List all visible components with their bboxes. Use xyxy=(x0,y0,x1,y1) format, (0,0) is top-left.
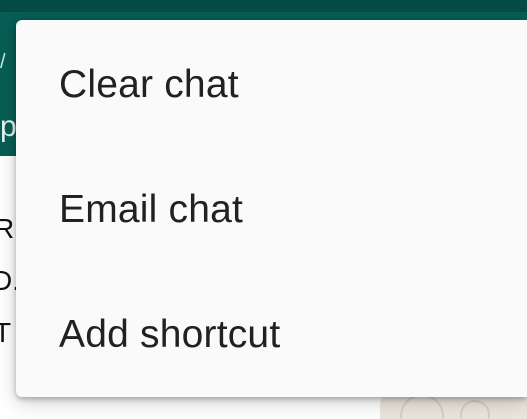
wallpaper-doodle-icon xyxy=(460,400,490,419)
toolbar-partial-title: p xyxy=(0,110,17,143)
menu-item-label: Add shortcut xyxy=(59,312,281,356)
menu-item-label: Clear chat xyxy=(59,62,239,106)
menu-item-label: Email chat xyxy=(59,187,244,231)
status-bar xyxy=(0,0,527,12)
menu-item-clear-chat[interactable]: Clear chat xyxy=(16,22,527,147)
menu-item-email-chat[interactable]: Email chat xyxy=(16,147,527,272)
toolbar-partial-glyph-top: / xyxy=(0,51,6,73)
background-text-fragment: R xyxy=(0,213,15,244)
background-text-fragment: T xyxy=(0,317,12,348)
wallpaper-doodle-icon xyxy=(400,394,444,419)
menu-item-add-shortcut[interactable]: Add shortcut xyxy=(16,272,527,397)
overflow-menu: Clear chat Email chat Add shortcut xyxy=(16,20,527,397)
